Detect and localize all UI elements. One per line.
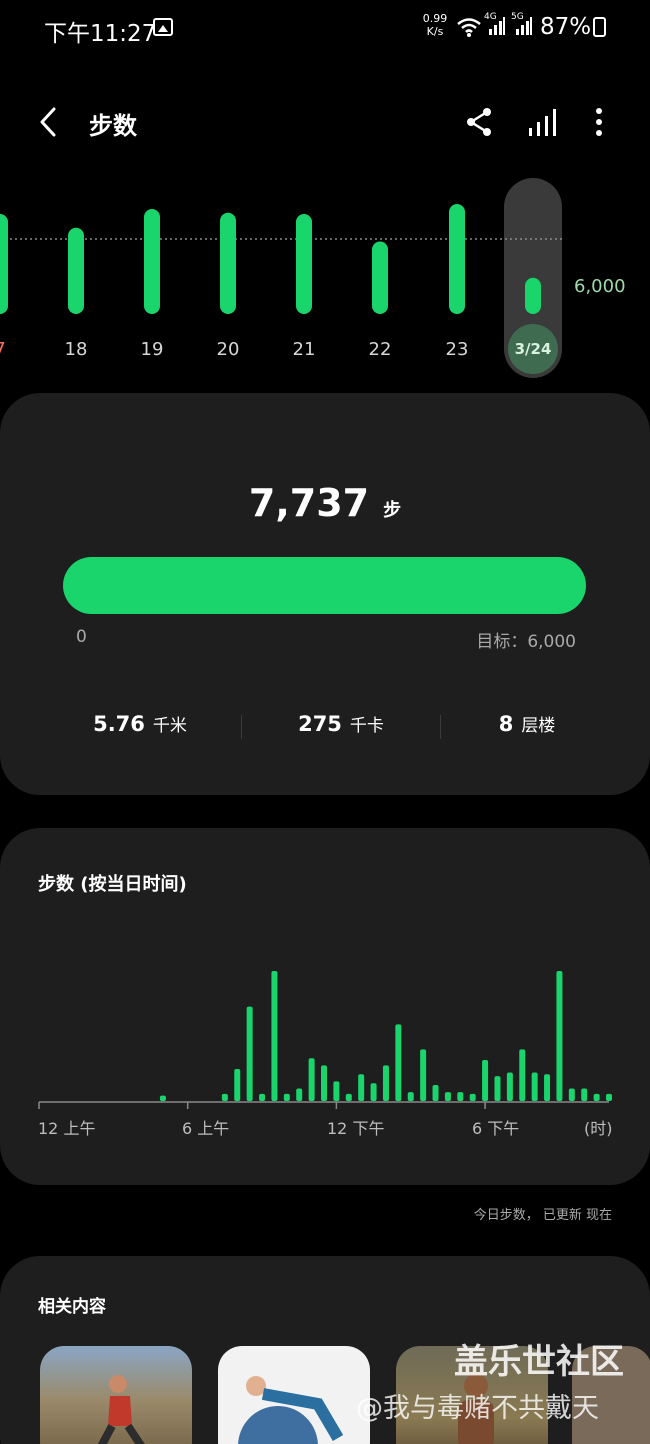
progress-min-label: 0 — [76, 627, 87, 647]
hour-bar — [358, 1074, 365, 1101]
day-label[interactable]: 18 — [56, 339, 96, 360]
steps-summary-card: 7,737 步 0 目标：6,000 5.76 千米 275 千卡 8 层楼 — [0, 393, 650, 795]
x-tick-label: 12 下午 — [327, 1119, 385, 1138]
app-header: 步数 — [0, 90, 650, 154]
hour-bar — [308, 1058, 315, 1101]
hour-bar — [457, 1092, 464, 1101]
back-icon[interactable] — [34, 104, 66, 140]
hour-bar — [259, 1093, 266, 1101]
day-label[interactable]: 21 — [284, 339, 324, 360]
hour-bar — [444, 1092, 451, 1101]
day-bar[interactable] — [0, 214, 8, 314]
last-updated-text: 今日步数， 已更新 现在 — [473, 1208, 612, 1223]
hour-bar — [370, 1083, 377, 1101]
day-label[interactable]: 19 — [132, 339, 172, 360]
hourly-steps-card: 步数 (按当日时间) 12 上午 6 上午 12 下午 6 下午 (时) — [0, 828, 650, 1185]
hour-bar — [333, 1081, 340, 1101]
hour-bar — [606, 1093, 612, 1101]
selected-date[interactable]: 3/24 — [508, 324, 558, 374]
related-thumbnail-exercise-ball[interactable] — [218, 1346, 370, 1444]
battery-icon — [593, 17, 606, 37]
hour-bar — [283, 1093, 290, 1101]
x-unit-label: (时) — [584, 1119, 613, 1138]
related-thumbnail-running[interactable] — [40, 1346, 192, 1444]
page-title: 步数 — [89, 112, 137, 140]
hour-bar — [469, 1093, 476, 1101]
runner-image — [97, 1375, 145, 1444]
hour-bar — [321, 1065, 327, 1101]
hour-bar — [581, 1088, 588, 1101]
selected-day-bar[interactable] — [525, 277, 541, 314]
steps-unit: 步 — [383, 500, 402, 521]
day-bar[interactable] — [296, 214, 312, 314]
watermark-user: @我与毒赌不共戴天 — [356, 1393, 599, 1424]
hour-bar — [382, 1065, 389, 1101]
hour-bar — [494, 1076, 501, 1101]
chart-icon[interactable] — [525, 104, 561, 140]
progress-goal-label: 目标：6,000 — [476, 632, 576, 652]
related-title: 相关内容 — [38, 1297, 106, 1317]
steps-count: 7,737 — [248, 481, 370, 525]
x-tick-label: 6 下午 — [472, 1119, 520, 1138]
day-bar[interactable] — [144, 209, 160, 314]
more-icon[interactable] — [581, 104, 617, 140]
weekly-steps-chart: 6,000 3/24 7 18 19 20 21 22 23 — [0, 176, 650, 386]
day-label[interactable]: 20 — [208, 339, 248, 360]
day-label[interactable]: 23 — [437, 339, 477, 360]
day-bar[interactable] — [449, 204, 465, 314]
day-bar[interactable] — [220, 212, 236, 314]
hour-bar — [519, 1049, 526, 1101]
steps-progress-bar — [63, 557, 586, 614]
x-tick-label: 6 上午 — [182, 1119, 230, 1138]
hour-bar — [296, 1088, 303, 1101]
day-bar[interactable] — [68, 227, 84, 314]
image-notification-icon — [153, 18, 173, 36]
steps-total: 7,737 步 — [0, 481, 650, 525]
battery-percent: 87% — [540, 14, 592, 40]
hour-bar — [395, 1024, 402, 1101]
distance-stat: 5.76 千米 — [93, 712, 187, 736]
hour-bar — [432, 1084, 439, 1101]
hourly-steps-chart — [38, 971, 612, 1109]
signal-icon-2 — [516, 17, 532, 35]
hour-bar — [221, 1093, 228, 1101]
x-tick-label: 12 上午 — [38, 1119, 96, 1138]
hour-bar — [407, 1092, 414, 1101]
hour-bar — [420, 1049, 427, 1101]
watermark-community: 盖乐世社区 — [454, 1342, 624, 1382]
wifi-icon — [457, 18, 481, 37]
signal-icon-1 — [489, 17, 505, 35]
hour-bar — [234, 1068, 241, 1101]
hour-bar — [531, 1072, 538, 1101]
hour-bar — [482, 1060, 489, 1101]
floors-stat: 8 层楼 — [498, 712, 556, 736]
day-bar[interactable] — [372, 241, 388, 315]
hour-bar — [506, 1072, 513, 1101]
hour-bar — [159, 1095, 166, 1101]
hour-bar — [271, 971, 278, 1101]
goal-line-label: 6,000 — [574, 276, 626, 297]
day-label[interactable]: 22 — [360, 339, 400, 360]
hour-bar — [544, 1074, 551, 1101]
calories-stat: 275 千卡 — [298, 712, 384, 736]
network-speed: 0.99 K/s — [422, 12, 448, 38]
hour-bar — [345, 1093, 352, 1101]
hour-bar — [246, 1006, 253, 1101]
status-bar: 下午11:27 0.99 K/s 4G 5G 87% — [0, 0, 650, 56]
day-label[interactable]: 7 — [0, 339, 20, 360]
status-time: 下午11:27 — [44, 21, 157, 47]
exercise-ball-image — [238, 1376, 344, 1444]
share-icon[interactable] — [462, 104, 498, 140]
hour-bar — [593, 1093, 600, 1101]
hour-bar — [568, 1088, 575, 1101]
hour-bar — [556, 971, 563, 1101]
